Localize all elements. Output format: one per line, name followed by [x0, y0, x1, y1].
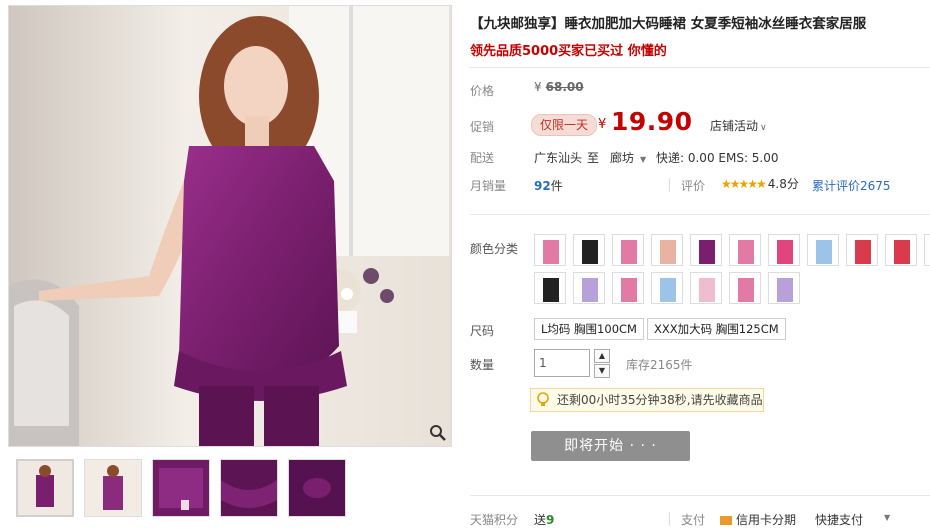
quick-pay[interactable]: 快捷支付: [815, 511, 863, 528]
divider: [470, 495, 930, 496]
color-swatch-11[interactable]: [924, 234, 930, 266]
color-swatch-6[interactable]: [729, 234, 761, 266]
color-swatch-10[interactable]: [885, 234, 917, 266]
color-label: 颜色分类: [470, 242, 519, 256]
shipping-fee: 快递: 0.00 EMS: 5.00: [656, 151, 779, 165]
divider: [470, 67, 930, 68]
destination-label: 廊坊: [610, 151, 635, 165]
stock-count: 库存2165件: [626, 358, 693, 372]
credit-installment-label: 信用卡分期: [736, 513, 797, 527]
monthly-sales-label: 月销量: [470, 179, 507, 193]
promo-price: 19.90: [611, 107, 693, 136]
original-price: ¥68.00: [534, 80, 584, 94]
color-swatch-18[interactable]: [768, 272, 800, 304]
original-price-value: 68.00: [545, 80, 584, 94]
color-swatch-17[interactable]: [729, 272, 761, 304]
color-swatch-15[interactable]: [651, 272, 683, 304]
tmall-points-label: 天猫积分: [470, 513, 519, 527]
size-option-1[interactable]: L均码 胸围100CM: [534, 318, 644, 340]
caret-up-icon: ▲: [598, 351, 606, 360]
quantity-input[interactable]: 1: [534, 349, 590, 377]
size-label: 尺码: [470, 324, 495, 338]
shop-activity-dropdown[interactable]: 店铺活动 ∨: [710, 117, 767, 134]
color-swatch-8[interactable]: [807, 234, 839, 266]
shipping-from: 广东汕头: [534, 151, 583, 165]
main-product-image[interactable]: [8, 5, 452, 447]
shipping-to-word: 至: [587, 151, 600, 165]
currency-symbol: ¥: [598, 117, 607, 132]
points-prefix: 送: [534, 513, 547, 527]
promo-label: 促销: [470, 120, 495, 134]
color-swatch-3[interactable]: [612, 234, 644, 266]
color-swatch-1[interactable]: [534, 234, 566, 266]
points-number: 9: [546, 513, 555, 527]
shop-activity-label: 店铺活动: [710, 119, 759, 133]
product-title: 【九块邮独享】睡衣加肥加大码睡裙 女夏季短袖冰丝睡衣套家居服: [470, 16, 867, 32]
rating-block: ★★★★★ 4.8分: [721, 175, 799, 192]
tmall-points: 送9: [534, 511, 554, 528]
thumbnail-3[interactable]: [152, 459, 210, 517]
thumbnail-4[interactable]: [220, 459, 278, 517]
thumbnail-2[interactable]: [84, 459, 142, 517]
monthly-sales: 92件: [534, 177, 563, 194]
coming-soon-button[interactable]: 即将开始 · · ·: [531, 431, 690, 461]
color-swatch-12[interactable]: [534, 272, 566, 304]
sales-count: 92: [534, 179, 551, 193]
sales-unit: 件: [550, 179, 563, 193]
divider: [470, 214, 930, 215]
product-subtitle: 领先品质5000买家已买过 你懂的: [470, 44, 667, 59]
quantity-increase-button[interactable]: ▲: [594, 349, 610, 363]
destination-dropdown[interactable]: 廊坊 ▼: [610, 149, 646, 166]
payment-label: 支付: [681, 513, 706, 527]
color-swatch-13[interactable]: [573, 272, 605, 304]
thumbnail-strip: [16, 459, 356, 519]
caret-down-icon: ▼: [598, 366, 606, 375]
rating-label: 评价: [681, 179, 706, 193]
divider: [669, 178, 670, 192]
zoom-icon[interactable]: [429, 424, 447, 442]
review-count-link[interactable]: 累计评价2675: [812, 177, 891, 194]
thumbnail-5[interactable]: [288, 459, 346, 517]
rating-score: 4.8分: [767, 177, 799, 191]
currency-symbol: ¥: [534, 80, 542, 94]
countdown-text: 还剩00小时35分钟38秒,请先收藏商品: [557, 393, 763, 407]
lightbulb-icon: [537, 392, 549, 406]
color-swatch-7[interactable]: [768, 234, 800, 266]
star-rating-icon: ★★★★★: [721, 177, 767, 191]
countdown-notice: 还剩00小时35分钟38秒,请先收藏商品: [530, 388, 764, 412]
color-swatch-2[interactable]: [573, 234, 605, 266]
color-swatch-5[interactable]: [690, 234, 722, 266]
color-swatch-9[interactable]: [846, 234, 878, 266]
chevron-down-icon: ∨: [760, 123, 767, 133]
caret-down-icon: ▼: [640, 155, 647, 164]
thumbnail-1[interactable]: [16, 459, 74, 517]
size-option-2[interactable]: XXX加大码 胸围125CM: [647, 318, 786, 340]
color-swatch-14[interactable]: [612, 272, 644, 304]
divider: [669, 512, 670, 526]
promo-badge: 仅限一天: [531, 114, 598, 136]
quantity-label: 数量: [470, 358, 495, 372]
caret-down-icon[interactable]: ▼: [884, 513, 890, 522]
quantity-decrease-button[interactable]: ▼: [594, 364, 610, 378]
color-swatch-4[interactable]: [651, 234, 683, 266]
price-label: 价格: [470, 84, 495, 98]
credit-card-icon: [720, 516, 732, 525]
credit-installment[interactable]: 信用卡分期: [720, 511, 796, 528]
color-swatch-16[interactable]: [690, 272, 722, 304]
shipping-label: 配送: [470, 151, 495, 165]
